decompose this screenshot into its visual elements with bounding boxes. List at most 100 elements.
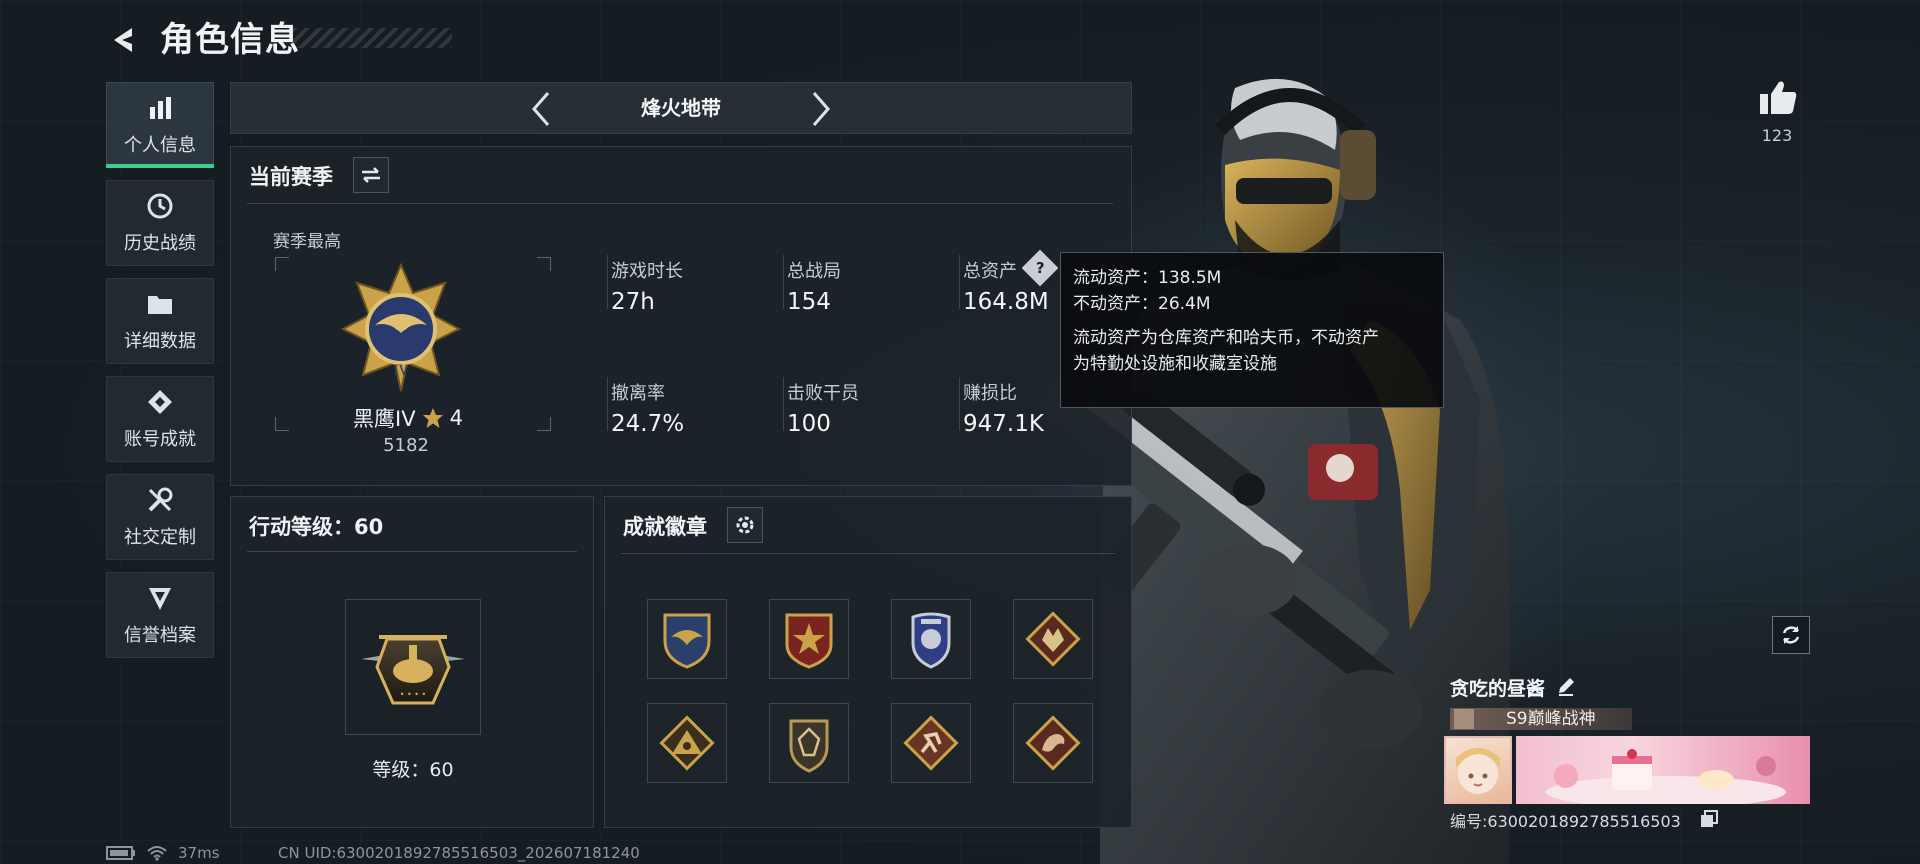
assets-help-button[interactable]: ? [1021,249,1059,287]
sidebar-item-personal-info[interactable]: 个人信息 [106,82,214,168]
copy-id-button[interactable] [1700,810,1718,832]
sidebar-item-social-custom[interactable]: 社交定制 [106,474,214,560]
badge-slot[interactable] [891,703,971,783]
wolf-badge-icon [1025,611,1081,667]
svg-text:IV: IV [393,363,410,379]
achievement-icon [145,387,175,417]
badges-settings-button[interactable] [727,507,763,543]
title-tag-icon [1454,709,1474,729]
action-level-title: 行动等级：60 [249,515,384,539]
folder-icon [145,289,175,319]
helicopter-level-emblem-icon: • • • • [361,635,465,705]
stat-value-extraction-rate: 24.7% [611,411,685,437]
stat-label-extraction-rate: 撤离率 [611,383,665,404]
sidebar-item-history[interactable]: 历史战绩 [106,180,214,266]
sidebar-item-label: 账号成就 [124,429,196,450]
page-title: 角色信息 [160,20,300,60]
badge-slot[interactable] [769,599,849,679]
mode-next-button[interactable] [801,89,841,129]
badge-slot[interactable] [1013,703,1093,783]
uid-line: CN UID:6300201892785516503_202607181240 [278,844,640,862]
badges-section-title: 成就徽章 [623,515,707,539]
clock-icon [145,191,175,221]
stat-separator [783,377,784,431]
player-id-text: 编号:6300201892785516503 [1450,812,1681,831]
battery-icon [106,846,135,860]
badge-slot[interactable] [1013,599,1093,679]
sidebar-item-label: 社交定制 [124,527,196,548]
player-name-card-banner[interactable] [1516,736,1810,804]
season-divider [247,203,1113,204]
banner-illustration [1546,749,1786,804]
player-name: 贪吃的昼酱 [1450,674,1545,701]
like-button[interactable] [1758,78,1798,120]
achievement-badges-panel: 成就徽章 [604,496,1132,828]
refresh-icon [1782,626,1800,644]
eagle-shield-badge-icon [663,613,711,669]
tooltip-description-2: 为特勤处设施和收藏室设施 [1073,354,1277,374]
back-arrow-icon [114,28,132,52]
sidebar-item-label: 信誉档案 [124,625,196,646]
edit-name-button[interactable] [1556,676,1576,700]
sidebar-item-label: 详细数据 [124,331,196,352]
ping-value: 37ms [178,844,220,862]
black-hawk-rank-emblem-icon: IV [341,263,461,392]
wrench-icon [145,485,175,515]
stat-separator [607,255,608,309]
badge-slot[interactable] [891,599,971,679]
stat-value-operators-defeated: 100 [787,411,831,437]
back-button[interactable] [104,18,144,62]
stat-value-total-matches: 154 [787,289,831,315]
badge-slot[interactable] [769,703,849,783]
star-icon [422,408,443,428]
season-section-title: 当前赛季 [249,165,333,189]
season-switch-button[interactable] [353,157,389,193]
player-title-tag: S9巅峰战神 [1450,708,1632,730]
refresh-appearance-button[interactable] [1772,616,1810,654]
status-bar: 37ms [106,844,220,862]
svg-text:• • • •: • • • • [400,690,427,699]
like-count: 123 [1761,126,1793,145]
stat-separator [783,255,784,309]
mode-selector: 烽火地带 [230,82,1132,134]
mode-title: 烽火地带 [641,96,721,120]
frame-corner [537,257,551,271]
sidebar-item-label: 历史战绩 [124,233,196,254]
rank-name: 黑鹰IV [353,407,416,431]
chevron-right-icon [812,92,830,126]
sidebar-item-detailed-data[interactable]: 详细数据 [106,278,214,364]
gear-icon [736,516,754,534]
assets-tooltip: 流动资产：138.5M 不动资产：26.4M 流动资产为仓库资产和哈夫币，不动资… [1060,252,1444,408]
thumbs-up-icon [1760,81,1797,114]
stat-separator [607,377,608,431]
stat-separator [959,255,960,309]
stat-value-total-assets: 164.8M [963,289,1049,315]
sidebar-item-achievements[interactable]: 账号成就 [106,376,214,462]
shield-emblem-icon [145,583,175,613]
rank-score: 5182 [383,435,429,456]
stat-label-operators-defeated: 击败干员 [787,383,859,404]
wifi-icon [147,846,167,861]
rank-info: 黑鹰IV 4 [353,403,463,433]
title-decoration [292,28,452,48]
badge-slot[interactable] [647,599,727,679]
avatar-image [1456,748,1500,794]
frame-corner [537,417,551,431]
sidebar-item-credit-record[interactable]: 信誉档案 [106,572,214,658]
badge-slot[interactable] [647,703,727,783]
tooltip-description-1: 流动资产为仓库资产和哈夫币，不动资产 [1073,328,1379,348]
copy-icon [1701,810,1718,827]
season-best-label: 赛季最高 [273,232,341,252]
frame-corner [275,417,289,431]
stat-label-total-assets: 总资产 [963,261,1017,282]
level-text: 等级：60 [372,759,454,781]
level-divider [247,551,577,552]
stat-label-total-matches: 总战局 [787,261,841,282]
police-badge-icon [911,612,951,669]
gem-shield-badge-icon [789,719,829,773]
level-emblem-frame: • • • • [345,599,481,735]
tooltip-liquid-assets: 流动资产：138.5M [1073,268,1222,288]
player-avatar[interactable] [1444,736,1512,804]
sidebar-item-label: 个人信息 [124,135,196,156]
dragon-badge-icon [1025,715,1081,771]
